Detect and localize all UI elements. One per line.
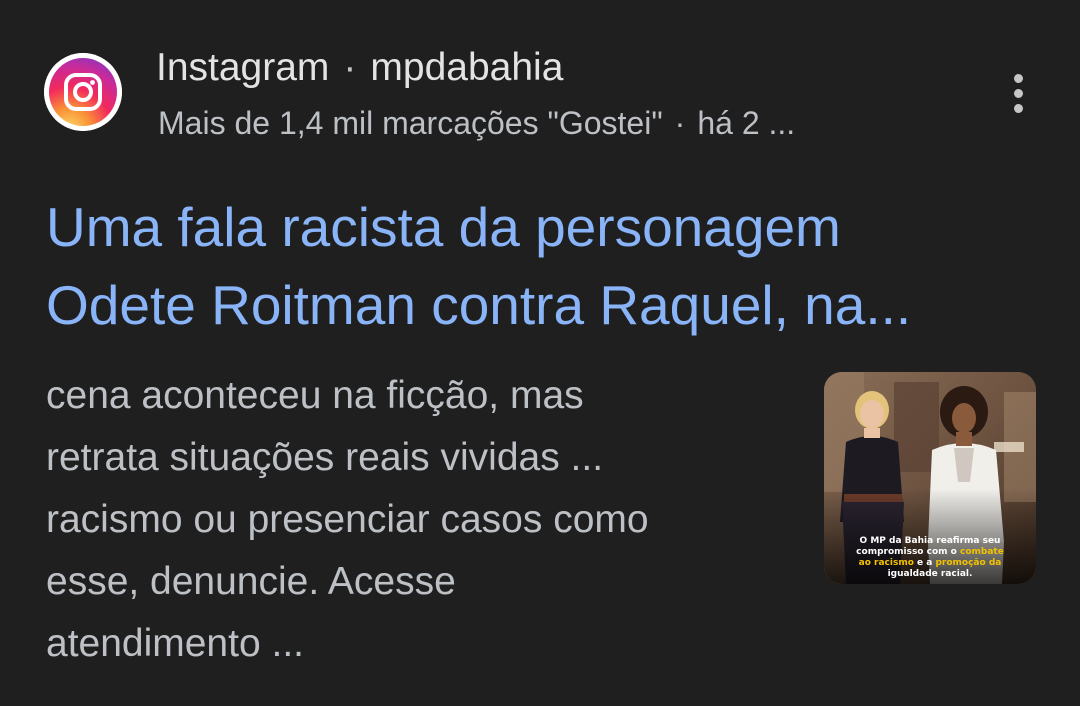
thumbnail-caption: O MP da Bahia reafirma seu compromisso c… — [824, 536, 1036, 580]
instagram-logo-icon[interactable] — [44, 53, 122, 131]
snippet-line: cena aconteceu na ficção, mas — [46, 374, 584, 417]
snippet-line: esse, denuncie. Acesse — [46, 560, 456, 603]
source-separator: · — [343, 46, 357, 89]
caption-highlight: promoção da — [935, 558, 1002, 568]
post-date: há 2 ... — [697, 105, 796, 141]
caption-line: igualdade racial. — [887, 569, 973, 579]
likes-count: Mais de 1,4 mil marcações "Gostei" — [158, 105, 663, 141]
caption-highlight: ao racismo — [858, 558, 914, 568]
account-name: mpdabahia — [370, 46, 564, 89]
source-name: Instagram — [156, 46, 330, 89]
caption-highlight: combate — [959, 547, 1004, 557]
snippet-line: racismo ou presenciar casos como — [46, 498, 649, 541]
more-vert-icon — [1013, 73, 1023, 83]
title-line: Odete Roitman contra Raquel, na... — [46, 274, 912, 336]
result-title-link[interactable]: Uma fala racista da personagem Odete Roi… — [46, 188, 1036, 344]
caption-text: e a — [913, 558, 936, 568]
result-snippet: cena aconteceu na ficção, mas retrata si… — [46, 365, 806, 675]
snippet-line: retrata situações reais vividas ... — [46, 436, 604, 479]
caption-line: ao racismo e a promoção da — [824, 558, 1036, 569]
more-vert-icon-dot — [1013, 103, 1023, 113]
meta-separator: · — [674, 105, 686, 141]
more-options-button[interactable] — [1000, 68, 1036, 118]
meta-line: Mais de 1,4 mil marcações "Gostei" · há 2 … — [158, 100, 795, 146]
result-thumbnail[interactable]: O MP da Bahia reafirma seu compromisso c… — [824, 372, 1036, 584]
more-vert-icon-dot — [1013, 88, 1023, 98]
source-line[interactable]: Instagram · mpdabahia — [156, 44, 563, 92]
caption-line: O MP da Bahia reafirma seu — [859, 536, 1001, 546]
caption-line: compromisso com o combate — [824, 547, 1036, 558]
title-line: Uma fala racista da personagem — [46, 196, 841, 258]
snippet-line: atendimento ... — [46, 622, 304, 665]
caption-text: compromisso com o — [856, 547, 960, 557]
search-result-card: Instagram · mpdabahia Mais de 1,4 mil marc… — [0, 0, 1080, 706]
